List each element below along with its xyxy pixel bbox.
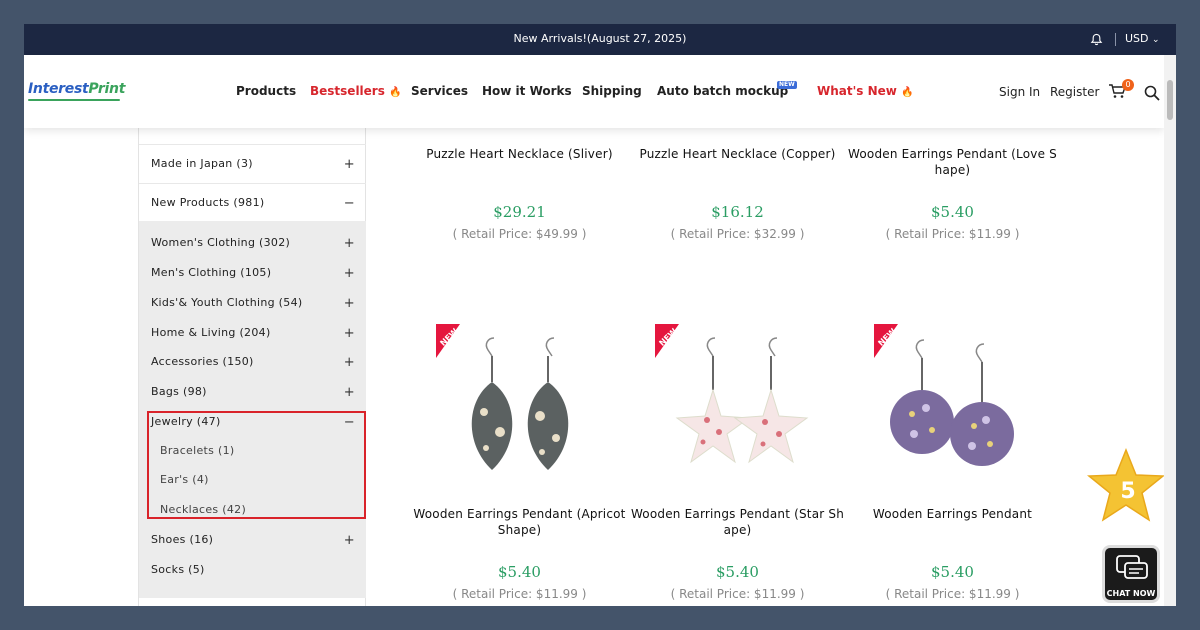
product-name[interactable]: Wooden Earrings Pendant (Star Sh ape) — [630, 506, 845, 538]
sidebar-item-label: Kids'& Youth Clothing (54) — [151, 296, 303, 309]
category-sidebar: Made in Japan (3) + New Products (981) −… — [138, 128, 366, 606]
logo-text-interest: Interest — [28, 81, 89, 97]
sidebar-item-made-in-japan[interactable]: Made in Japan (3) + — [139, 157, 366, 172]
sidebar-item-label: Men's Clothing (105) — [151, 266, 272, 279]
product-price: $5.40 — [931, 203, 974, 221]
product-price: $5.40 — [716, 563, 759, 581]
expand-icon[interactable]: + — [344, 266, 355, 281]
divider — [139, 144, 366, 145]
product-name[interactable]: Wooden Earrings Pendant (Apricot Shape) — [412, 506, 627, 538]
sidebar-item-label: Bags (98) — [151, 385, 207, 398]
bell-icon[interactable] — [1090, 33, 1103, 46]
product-retail-price: ( Retail Price: $11.99 ) — [670, 587, 805, 601]
logo[interactable]: InterestPrint — [28, 81, 125, 97]
rating-star-badge[interactable]: 5 — [1087, 448, 1165, 526]
cart-count-badge: 0 — [1122, 79, 1134, 91]
logo-swoosh — [28, 99, 120, 101]
jewelry-highlight-box — [147, 411, 366, 519]
scrollbar-thumb[interactable] — [1167, 80, 1173, 120]
new-products-submenu: Women's Clothing (302) + Men's Clothing … — [139, 221, 366, 598]
scrollbar[interactable] — [1164, 55, 1176, 606]
nav-bestsellers-label: Bestsellers — [310, 84, 385, 98]
currency-label: USD — [1125, 32, 1149, 45]
nav-bestsellers[interactable]: Bestsellers 🔥 — [310, 84, 402, 98]
sidebar-item-label: Made in Japan (3) — [151, 157, 253, 170]
sidebar-item-label: New Products (981) — [151, 196, 265, 209]
product-retail-price: ( Retail Price: $49.99 ) — [452, 227, 587, 241]
chat-now-label: CHAT NOW — [1106, 589, 1156, 598]
logo-text-print: Print — [88, 81, 126, 97]
product-price: $5.40 — [931, 563, 974, 581]
expand-icon[interactable]: + — [344, 296, 355, 311]
announcement-bar: New Arrivals!(August 27, 2025) USD ⌄ — [24, 24, 1176, 55]
chat-bubble-icon — [1116, 555, 1148, 579]
product-price: $29.21 — [493, 203, 546, 221]
product-image-apricot-earrings[interactable]: NEW — [420, 320, 620, 490]
product-image-round-earrings[interactable]: NEW — [856, 320, 1056, 490]
flame-icon: 🔥 — [389, 87, 402, 98]
divider — [139, 183, 366, 184]
product-price: $5.40 — [498, 563, 541, 581]
divider — [1115, 33, 1116, 46]
product-name[interactable]: Puzzle Heart Necklace (Copper) — [630, 146, 845, 162]
sidebar-item-label: Accessories (150) — [151, 355, 254, 368]
nav-how-it-works[interactable]: How it Works — [482, 84, 572, 98]
sidebar-item-label: Shoes (16) — [151, 533, 214, 546]
product-image-star-earrings[interactable]: NEW — [637, 320, 837, 490]
product-name[interactable]: Wooden Earrings Pendant (Love S hape) — [845, 146, 1060, 178]
nav-auto-batch-mockup[interactable]: Auto batch mockup — [657, 84, 788, 98]
announcement-text[interactable]: New Arrivals!(August 27, 2025) — [24, 32, 1176, 45]
product-retail-price: ( Retail Price: $11.99 ) — [452, 587, 587, 601]
sidebar-item-new-products[interactable]: New Products (981) − — [139, 196, 366, 211]
product-price: $16.12 — [711, 203, 764, 221]
currency-selector[interactable]: USD ⌄ — [1125, 32, 1160, 45]
collapse-icon[interactable]: − — [344, 196, 355, 211]
nav-products[interactable]: Products — [236, 84, 296, 98]
register-link[interactable]: Register — [1050, 85, 1099, 99]
product-retail-price: ( Retail Price: $11.99 ) — [885, 587, 1020, 601]
expand-icon[interactable]: + — [344, 385, 355, 400]
nav-shipping[interactable]: Shipping — [582, 84, 642, 98]
sidebar-item-label: Home & Living (204) — [151, 326, 271, 339]
sign-in-link[interactable]: Sign In — [999, 85, 1040, 99]
product-retail-price: ( Retail Price: $11.99 ) — [885, 227, 1020, 241]
expand-icon[interactable]: + — [344, 533, 355, 548]
search-icon[interactable] — [1144, 85, 1160, 101]
browser-frame: New Arrivals!(August 27, 2025) USD ⌄ Int… — [24, 24, 1176, 606]
star-value: 5 — [1120, 479, 1135, 504]
main-navbar: InterestPrint Products Bestsellers 🔥 Ser… — [24, 55, 1164, 128]
chat-now-button[interactable]: CHAT NOW — [1102, 545, 1160, 603]
expand-icon[interactable]: + — [344, 355, 355, 370]
chevron-down-icon: ⌄ — [1152, 35, 1160, 45]
new-badge: NEW — [777, 81, 797, 89]
nav-services[interactable]: Services — [411, 84, 468, 98]
sidebar-item-label: Women's Clothing (302) — [151, 236, 291, 249]
expand-icon[interactable]: + — [344, 236, 355, 251]
sidebar-item-label: Socks (5) — [151, 563, 205, 576]
nav-whats-new-label: What's New — [817, 84, 897, 98]
expand-icon[interactable]: + — [344, 157, 355, 172]
product-name[interactable]: Wooden Earrings Pendant — [845, 506, 1060, 522]
product-name[interactable]: Puzzle Heart Necklace (Sliver) — [412, 146, 627, 162]
product-retail-price: ( Retail Price: $32.99 ) — [670, 227, 805, 241]
flame-icon: 🔥 — [901, 87, 914, 98]
expand-icon[interactable]: + — [344, 326, 355, 341]
nav-whats-new[interactable]: What's New 🔥 — [817, 84, 914, 98]
